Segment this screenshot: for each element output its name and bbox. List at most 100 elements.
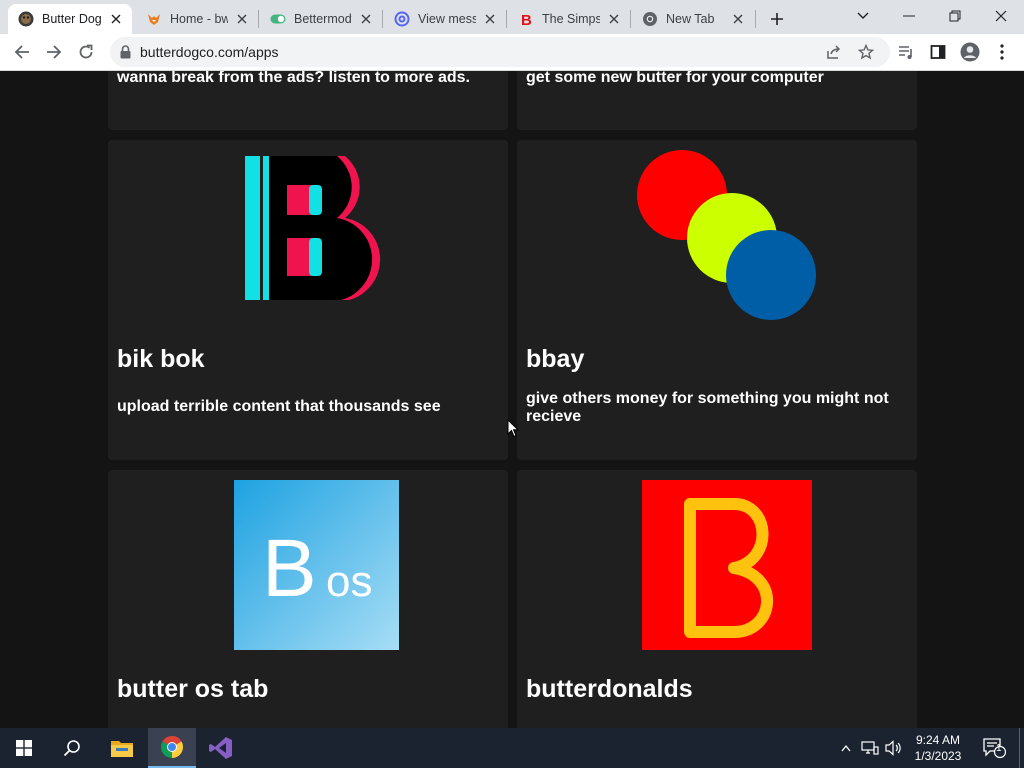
new-tab-button[interactable] [764,6,790,32]
side-panel-icon [930,45,946,59]
search-icon [63,740,80,757]
clock-time: 9:24 AM [915,733,961,747]
app-card-butterdonalds[interactable]: butterdonalds [517,470,917,728]
clock-date: 1/3/2023 [914,749,962,763]
app-card-description: give others money for something you migh… [526,390,889,425]
menu-button[interactable] [988,38,1016,66]
playlist-icon [899,46,912,59]
notification-count: 1 [996,743,1002,754]
app-card-description: get some new butter for your computer [526,71,824,86]
tab-title: Bettermodv [294,12,352,26]
bbay-logo-icon [637,150,816,320]
app-card-butter-os-tab[interactable]: B os butter os tab [108,470,508,728]
bikbok-logo-icon [245,156,381,300]
chrome-favicon-icon [642,11,658,27]
network-icon [861,741,879,755]
chrome-icon [161,736,183,758]
taskbar-file-explorer[interactable] [98,728,146,768]
close-icon [995,10,1007,22]
app-card-description: wanna break from the ads? listen to more… [117,71,470,86]
tab-divider [630,10,631,28]
browser-toolbar: butterdogco.com/apps [0,34,1024,71]
address-bar[interactable]: butterdogco.com/apps [110,37,890,67]
windows-logo-icon [16,740,32,756]
svg-text:B: B [521,12,532,27]
star-icon [858,44,874,60]
more-vert-icon [1000,44,1004,60]
restore-icon [949,10,961,22]
tab-home-bw[interactable]: Home - bw [136,4,258,34]
share-icon [827,45,841,59]
plus-icon [771,13,783,25]
fox-favicon-icon [146,11,162,27]
minimize-button[interactable] [886,0,932,32]
action-center-button[interactable]: 1 [976,728,1012,768]
forward-button[interactable] [40,38,68,66]
media-control-button[interactable] [892,38,920,66]
notification-icon [983,738,1006,759]
taskbar-visual-studio[interactable] [198,728,244,768]
network-button[interactable] [858,728,882,768]
tab-title: View mess [418,12,476,26]
app-card-title: butter os tab [117,675,269,703]
close-tab-icon[interactable] [232,9,252,29]
chevron-up-icon [841,744,851,752]
url-text: butterdogco.com/apps [140,44,279,60]
app-card-top-right[interactable]: get some new butter for your computer [517,71,917,130]
butter-os-logo-letter: B [262,523,317,614]
show-desktop-button[interactable] [1019,728,1024,768]
close-tab-icon[interactable] [480,9,500,29]
page-viewport: wanna break from the ads? listen to more… [0,71,1024,728]
close-window-button[interactable] [978,0,1024,32]
butterdog-favicon-icon [18,11,34,27]
tab-new-tab[interactable]: New Tab [632,4,754,34]
restore-button[interactable] [932,0,978,32]
app-card-top-left[interactable]: wanna break from the ads? listen to more… [108,71,508,130]
butter-os-logo-icon: B os [234,480,399,650]
side-panel-button[interactable] [924,38,952,66]
app-card-bbay[interactable]: bbay give others money for something you… [517,140,917,460]
tab-bettermodv[interactable]: Bettermodv [260,4,382,34]
tab-divider [755,10,756,28]
forward-arrow-icon [47,45,62,59]
tab-search-button[interactable] [840,0,886,32]
share-button[interactable] [820,38,848,66]
close-tab-icon[interactable] [604,9,624,29]
tab-view-messages[interactable]: View mess [384,4,506,34]
tab-butter-dog[interactable]: Butter Dog [8,4,132,34]
taskbar-clock[interactable]: 9:24 AM 1/3/2023 [906,732,970,764]
app-card-description: upload terrible content that thousands s… [117,398,441,415]
windows-taskbar: 9:24 AM 1/3/2023 1 [0,728,1024,768]
speaker-icon [885,740,901,756]
butterdonalds-logo-icon [642,480,812,650]
profile-button[interactable] [956,38,984,66]
close-tab-icon[interactable] [106,9,126,29]
mouse-cursor-icon [507,419,519,438]
tab-title: New Tab [666,12,715,26]
lock-icon[interactable] [110,45,140,59]
show-hidden-icons-button[interactable] [836,728,856,768]
close-tab-icon[interactable] [356,9,376,29]
tab-title: The Simpso [542,12,600,26]
app-card-title: bik bok [117,345,205,373]
reload-button[interactable] [72,38,100,66]
search-button[interactable] [48,728,96,768]
volume-button[interactable] [882,728,906,768]
taskbar-chrome[interactable] [148,728,196,768]
chevron-down-icon [857,12,869,19]
tab-the-simpsons[interactable]: B The Simpso [508,4,630,34]
start-button[interactable] [0,728,48,768]
app-card-title: bbay [526,345,585,373]
app-card-title: butterdonalds [526,675,693,703]
profile-avatar-icon [960,42,980,62]
tab-divider [382,10,383,28]
tab-divider [506,10,507,28]
close-tab-icon[interactable] [728,9,748,29]
visual-studio-icon [209,737,232,759]
app-card-bik-bok[interactable]: bik bok upload terrible content that tho… [108,140,508,460]
toggle-favicon-icon [270,11,286,27]
b-favicon-icon: B [518,11,534,27]
butter-os-logo-os: os [326,557,372,606]
back-button[interactable] [8,38,36,66]
bookmark-button[interactable] [852,38,880,66]
